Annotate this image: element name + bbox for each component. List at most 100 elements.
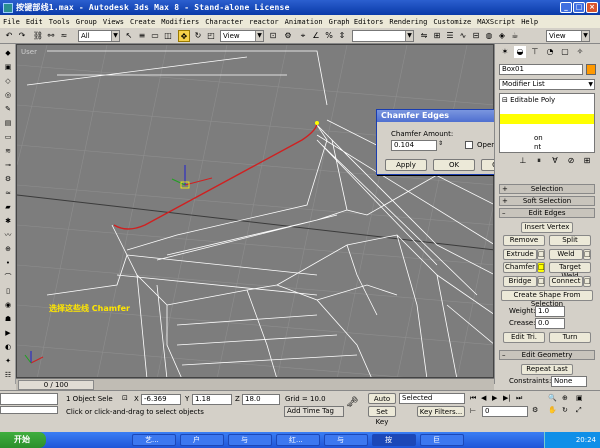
current-frame-field[interactable]: 0	[482, 406, 528, 417]
z-coordinate-field[interactable]: 18.0	[242, 394, 280, 405]
undo-icon[interactable]: ↶	[3, 30, 15, 42]
move-gizmo[interactable]	[171, 165, 213, 189]
link-icon[interactable]: ⛓	[32, 30, 44, 42]
angle-snap-icon[interactable]: ∠	[310, 30, 322, 42]
selected-edges[interactable]	[113, 122, 318, 230]
auto-key-button[interactable]: Auto Key	[368, 393, 396, 413]
chamfer-amount-field[interactable]: 0.104	[391, 140, 437, 151]
close-button[interactable]: ×	[586, 2, 598, 13]
time-config-icon[interactable]: ⚙	[532, 406, 538, 414]
menu-reactor[interactable]: reactor	[246, 18, 282, 26]
lock-selection-icon[interactable]: ⊡	[122, 394, 128, 402]
turn-button[interactable]: Turn	[549, 332, 591, 343]
window-crossing-icon[interactable]: ◫	[162, 30, 174, 42]
render-view-dropdown[interactable]: View ▼	[546, 30, 590, 42]
maximize-button[interactable]: □	[573, 2, 585, 13]
play-icon[interactable]: ▶	[492, 394, 497, 402]
extrude-settings-button[interactable]: □	[537, 249, 545, 260]
insert-vertex-button[interactable]: Insert Vertex	[521, 222, 573, 233]
spring-icon[interactable]: ≋	[3, 146, 13, 156]
chamfer-settings-button[interactable]: □	[537, 262, 545, 273]
menu-modifiers[interactable]: Modifiers	[158, 18, 202, 26]
create-tab-icon[interactable]: ✶	[499, 46, 511, 58]
stack-item-editable-poly[interactable]: ⊟ Editable Poly	[502, 96, 555, 104]
reactor-icon[interactable]: ◆	[3, 48, 13, 58]
time-slider[interactable]: 0 / 100	[18, 380, 94, 390]
edit-geometry-rollout[interactable]: – Edit Geometry	[499, 350, 595, 360]
crease-field[interactable]: 0.0	[535, 318, 565, 329]
layer-manager-icon[interactable]: ☰	[444, 30, 456, 42]
chamfer-amount-spinner-icon[interactable]: ⇕	[438, 140, 443, 147]
x-coordinate-field[interactable]: -6.369	[141, 394, 181, 405]
bind-spacewarp-icon[interactable]: ≈	[58, 30, 70, 42]
apply-button[interactable]: Apply	[385, 159, 427, 171]
menu-customize[interactable]: Customize	[430, 18, 474, 26]
remove-button[interactable]: Remove	[503, 235, 545, 246]
create-animation-icon[interactable]: ✦	[3, 356, 13, 366]
percent-snap-icon[interactable]: %	[323, 30, 335, 42]
user-viewport[interactable]: User 选择这些线 Chamfer	[16, 44, 494, 378]
taskbar-item-5[interactable]: 与	[324, 434, 368, 446]
menu-views[interactable]: Views	[100, 18, 127, 26]
select-object-icon[interactable]: ↖	[123, 30, 135, 42]
scale-icon[interactable]: ◰	[205, 30, 217, 42]
pivot-center-icon[interactable]: ⊡	[267, 30, 279, 42]
show-end-result-icon[interactable]: ⏸	[533, 155, 545, 167]
stack-subobject-label-2[interactable]: nt	[534, 143, 541, 151]
menu-character[interactable]: Character	[202, 18, 246, 26]
unlink-icon[interactable]: ⚯	[45, 30, 57, 42]
extrude-button[interactable]: Extrude	[503, 249, 537, 260]
car-wheel-icon[interactable]: ◉	[3, 300, 13, 310]
menu-file[interactable]: File	[0, 18, 23, 26]
modifier-list-dropdown[interactable]: Modifier List ▼	[499, 79, 595, 90]
quick-render-icon[interactable]: ☕	[509, 30, 521, 42]
plane-icon[interactable]: ▭	[3, 132, 13, 142]
menu-group[interactable]: Group	[73, 18, 100, 26]
target-weld-button[interactable]: Target Weld	[549, 262, 591, 280]
menu-maxscript[interactable]: MAXScript	[474, 18, 518, 26]
pan-icon[interactable]: ✋	[548, 406, 557, 414]
fracture-icon[interactable]: ✱	[3, 216, 13, 226]
edit-tri-button[interactable]: Edit Tri.	[503, 332, 545, 343]
wind-icon[interactable]: ≈	[3, 188, 13, 198]
rect-region-icon[interactable]: ▭	[149, 30, 161, 42]
rotate-icon[interactable]: ↻	[192, 30, 204, 42]
connect-settings-button[interactable]: □	[583, 276, 591, 287]
key-mode-toggle-icon[interactable]: ⊢	[470, 407, 476, 415]
align-icon[interactable]: ⊞	[431, 30, 443, 42]
motor-icon[interactable]: ⚙	[3, 174, 13, 184]
modify-tab-icon[interactable]: ◒	[514, 46, 526, 58]
taskbar-item-1[interactable]: 艺...	[132, 434, 176, 446]
select-by-name-icon[interactable]: ≡	[136, 30, 148, 42]
split-button[interactable]: Split	[549, 235, 591, 246]
maxscript-output[interactable]	[0, 406, 58, 414]
rigid-body-icon[interactable]: ▣	[3, 62, 13, 72]
motion-tab-icon[interactable]: ◔	[544, 46, 556, 58]
menu-animation[interactable]: Animation	[282, 18, 326, 26]
zoom-all-icon[interactable]: ⊕	[562, 394, 568, 402]
menu-create[interactable]: Create	[127, 18, 158, 26]
rope-icon[interactable]: ✎	[3, 104, 13, 114]
make-unique-icon[interactable]: ∀	[549, 155, 561, 167]
stack-subobject-label-1[interactable]: on	[534, 134, 543, 142]
taskbar-item-7[interactable]: 巨	[420, 434, 464, 446]
arc-rotate-icon[interactable]: ↻	[562, 406, 568, 414]
hierarchy-tab-icon[interactable]: ⊤	[529, 46, 541, 58]
ragdoll-icon[interactable]: ☗	[3, 314, 13, 324]
open-checkbox[interactable]	[465, 141, 473, 149]
go-to-start-icon[interactable]: ⏮	[470, 394, 476, 403]
weld-settings-button[interactable]: □	[583, 249, 591, 260]
y-coordinate-field[interactable]: 1.18	[192, 394, 232, 405]
snaps-toggle-icon[interactable]: ⌖	[297, 30, 309, 42]
taskbar-item-4[interactable]: 红...	[276, 434, 320, 446]
menu-help[interactable]: Help	[518, 18, 541, 26]
stack-subobject-edge[interactable]	[500, 114, 594, 124]
cloth-icon[interactable]: ◇	[3, 76, 13, 86]
bridge-button[interactable]: Bridge	[503, 276, 537, 287]
named-selection-dropdown[interactable]: ▼	[352, 30, 414, 42]
taskbar-item-2[interactable]: 户	[180, 434, 224, 446]
object-name-field[interactable]: Box01	[499, 64, 583, 75]
constraint-icon[interactable]: ⊕	[3, 244, 13, 254]
next-frame-icon[interactable]: ▶|	[503, 394, 511, 402]
reference-coord-dropdown[interactable]: View ▼	[220, 30, 264, 42]
